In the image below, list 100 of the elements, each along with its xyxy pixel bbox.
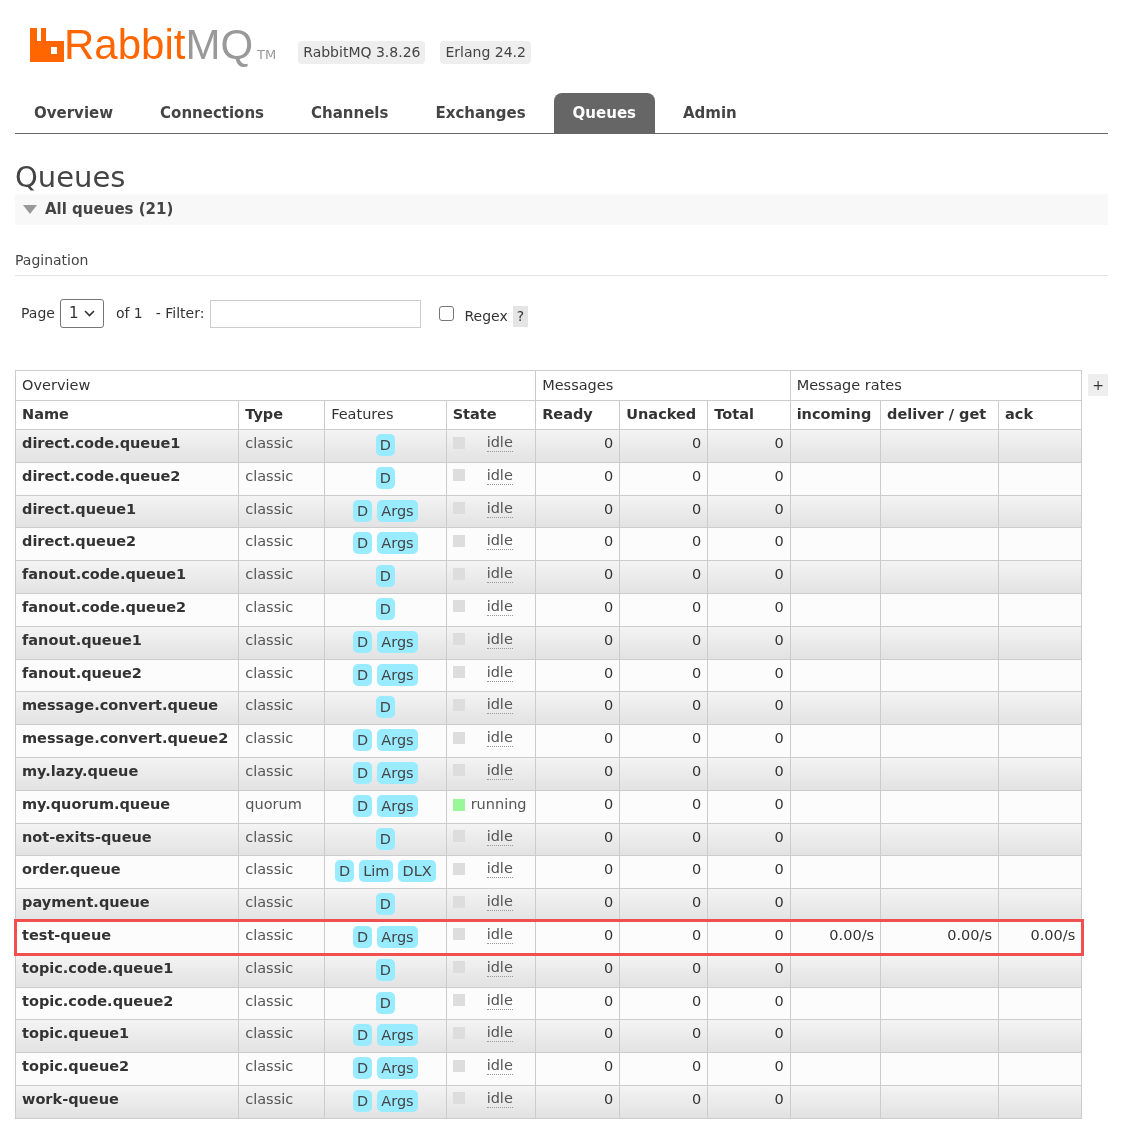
column-header: deliver / get bbox=[880, 400, 999, 430]
message-count: 0 bbox=[604, 861, 614, 878]
column-group-header: Messages bbox=[535, 370, 791, 401]
message-count: 0 bbox=[604, 435, 614, 451]
column-header: incoming bbox=[790, 400, 881, 430]
message-count: 0 bbox=[692, 697, 702, 714]
feature-badge: D bbox=[353, 532, 373, 555]
state-label: idle bbox=[486, 957, 513, 977]
message-count: 0 bbox=[692, 1058, 702, 1075]
queue-type: classic bbox=[245, 697, 294, 714]
queue-type: classic bbox=[245, 631, 294, 648]
feature-badge: D bbox=[375, 434, 395, 456]
filter-input[interactable] bbox=[210, 299, 422, 328]
message-count: 0 bbox=[692, 861, 702, 878]
message-count: 0 bbox=[604, 828, 614, 845]
state-label: running bbox=[470, 794, 527, 814]
message-count: 0 bbox=[774, 1025, 784, 1042]
message-count: 0 bbox=[774, 697, 784, 714]
help-button[interactable]: ? bbox=[512, 306, 529, 327]
message-count: 0 bbox=[604, 664, 614, 681]
feature-badge: Lim bbox=[359, 860, 394, 883]
feature-badge: D bbox=[353, 499, 373, 522]
state-label: idle bbox=[486, 465, 513, 485]
trademark-label: TM bbox=[257, 45, 277, 64]
state-label: idle bbox=[486, 990, 513, 1010]
filter-label: - Filter: bbox=[155, 304, 205, 323]
section-header[interactable]: All queues (21) bbox=[15, 194, 1108, 225]
message-count: 0 bbox=[774, 894, 784, 911]
queue-type: classic bbox=[245, 959, 294, 976]
chevron-down-icon bbox=[83, 310, 95, 317]
message-count: 0 bbox=[692, 631, 702, 648]
queue-type: classic bbox=[245, 467, 294, 484]
message-count: 0 bbox=[774, 828, 784, 845]
message-count: 0 bbox=[692, 762, 702, 779]
queue-type: classic bbox=[245, 599, 294, 615]
feature-badge: D bbox=[353, 1057, 373, 1080]
message-count: 0 bbox=[604, 1058, 614, 1075]
state-label: idle bbox=[486, 1023, 513, 1043]
regex-checkbox[interactable] bbox=[439, 306, 455, 321]
message-count: 0 bbox=[774, 762, 784, 779]
state-label: idle bbox=[486, 924, 513, 944]
message-count: 0 bbox=[774, 1090, 784, 1107]
regex-label: Regex bbox=[464, 307, 508, 326]
message-count: 0 bbox=[692, 500, 702, 517]
page-label: Page bbox=[21, 304, 55, 323]
message-count: 0 bbox=[604, 959, 614, 976]
message-rate: 0.00/s bbox=[1030, 926, 1076, 943]
queue-type: classic bbox=[245, 828, 294, 845]
column-header: Type bbox=[238, 400, 325, 430]
feature-badge: Args bbox=[377, 630, 418, 653]
feature-badge: D bbox=[353, 1024, 373, 1047]
page-select[interactable]: 1 bbox=[59, 299, 104, 328]
nav-tab[interactable]: Admin bbox=[664, 93, 756, 133]
nav-tab[interactable]: Exchanges bbox=[416, 93, 545, 133]
state-label: idle bbox=[486, 728, 513, 748]
feature-badge: Args bbox=[377, 1024, 418, 1047]
queue-type: classic bbox=[245, 1058, 294, 1075]
nav-tab[interactable]: Overview bbox=[15, 93, 133, 133]
message-count: 0 bbox=[774, 664, 784, 681]
columns-toggle-button[interactable]: + bbox=[1088, 374, 1108, 396]
feature-badge: D bbox=[353, 794, 373, 817]
message-count: 0 bbox=[692, 828, 702, 845]
message-count: 0 bbox=[774, 631, 784, 648]
feature-badge: D bbox=[335, 860, 355, 883]
message-count: 0 bbox=[692, 467, 702, 484]
state-label: idle bbox=[486, 662, 513, 682]
column-header: Total bbox=[707, 400, 791, 430]
message-count: 0 bbox=[692, 1090, 702, 1107]
feature-badge: Args bbox=[377, 1057, 418, 1080]
state-label: idle bbox=[486, 498, 513, 518]
feature-badge: Args bbox=[377, 729, 418, 752]
nav-tab[interactable]: Queues bbox=[553, 93, 655, 133]
queue-type: quorum bbox=[245, 795, 302, 812]
version-badge: Erlang 24.2 bbox=[440, 41, 531, 64]
nav-tab[interactable]: Channels bbox=[292, 93, 408, 133]
state-label: idle bbox=[486, 597, 513, 616]
state-label: idle bbox=[486, 1056, 513, 1076]
message-rate: 0.00/s bbox=[829, 926, 875, 943]
feature-badge: D bbox=[375, 827, 395, 850]
state-label: idle bbox=[486, 760, 513, 780]
message-rate: 0.00/s bbox=[947, 926, 992, 943]
feature-badge: Args bbox=[377, 761, 418, 784]
queue-type: classic bbox=[245, 762, 294, 779]
state-label: idle bbox=[486, 531, 513, 551]
nav-tab[interactable]: Connections bbox=[141, 93, 284, 133]
queue-type: classic bbox=[245, 1025, 294, 1042]
state-label: idle bbox=[486, 892, 513, 912]
queue-type: classic bbox=[245, 500, 294, 517]
message-count: 0 bbox=[774, 599, 784, 615]
message-count: 0 bbox=[604, 599, 614, 615]
message-count: 0 bbox=[692, 795, 702, 812]
feature-badge: DLX bbox=[398, 860, 436, 883]
message-count: 0 bbox=[604, 500, 614, 517]
queue-type: classic bbox=[245, 730, 294, 747]
message-count: 0 bbox=[604, 795, 614, 812]
message-count: 0 bbox=[774, 730, 784, 747]
state-label: idle bbox=[486, 826, 513, 846]
message-count: 0 bbox=[604, 926, 614, 943]
message-count: 0 bbox=[692, 959, 702, 976]
message-count: 0 bbox=[692, 566, 702, 583]
